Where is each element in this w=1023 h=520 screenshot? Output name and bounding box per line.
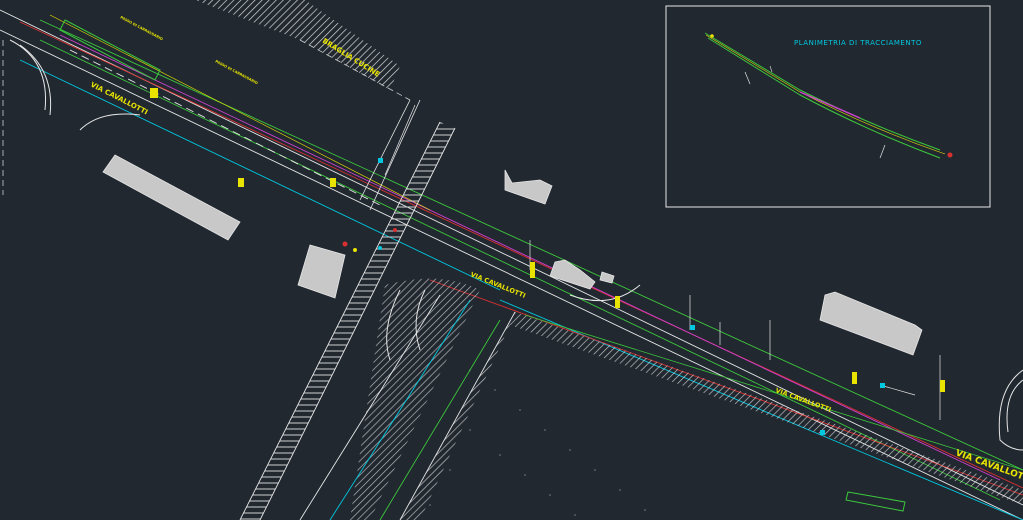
street-label-2: VIA CAVALLOTTI <box>469 270 526 299</box>
cad-drawing-canvas[interactable]: VIA CAVALLOTTI VIA CAVALLOTTI VIA CAVALL… <box>0 0 1023 520</box>
mini-start-marker <box>710 34 714 38</box>
overview-viewport[interactable]: PLANIMETRIA DI TRACCIAMENTO <box>665 5 991 208</box>
survey-dots <box>429 369 646 516</box>
hatched-road-branch <box>299 278 1023 520</box>
viewport-title: PLANIMETRIA DI TRACCIAMENTO <box>794 39 922 47</box>
parcel-label-1: PASSO DI CARRAI/SARIO <box>120 15 164 41</box>
parcel-label-2: PASSO DI CARRAI/SARIO <box>215 59 259 85</box>
drawing-svg[interactable]: VIA CAVALLOTTI VIA CAVALLOTTI VIA CAVALL… <box>0 0 1023 520</box>
hatched-building <box>195 0 400 90</box>
mini-marker <box>947 152 953 158</box>
street-label-1: VIA CAVALLOTTI <box>89 81 149 117</box>
